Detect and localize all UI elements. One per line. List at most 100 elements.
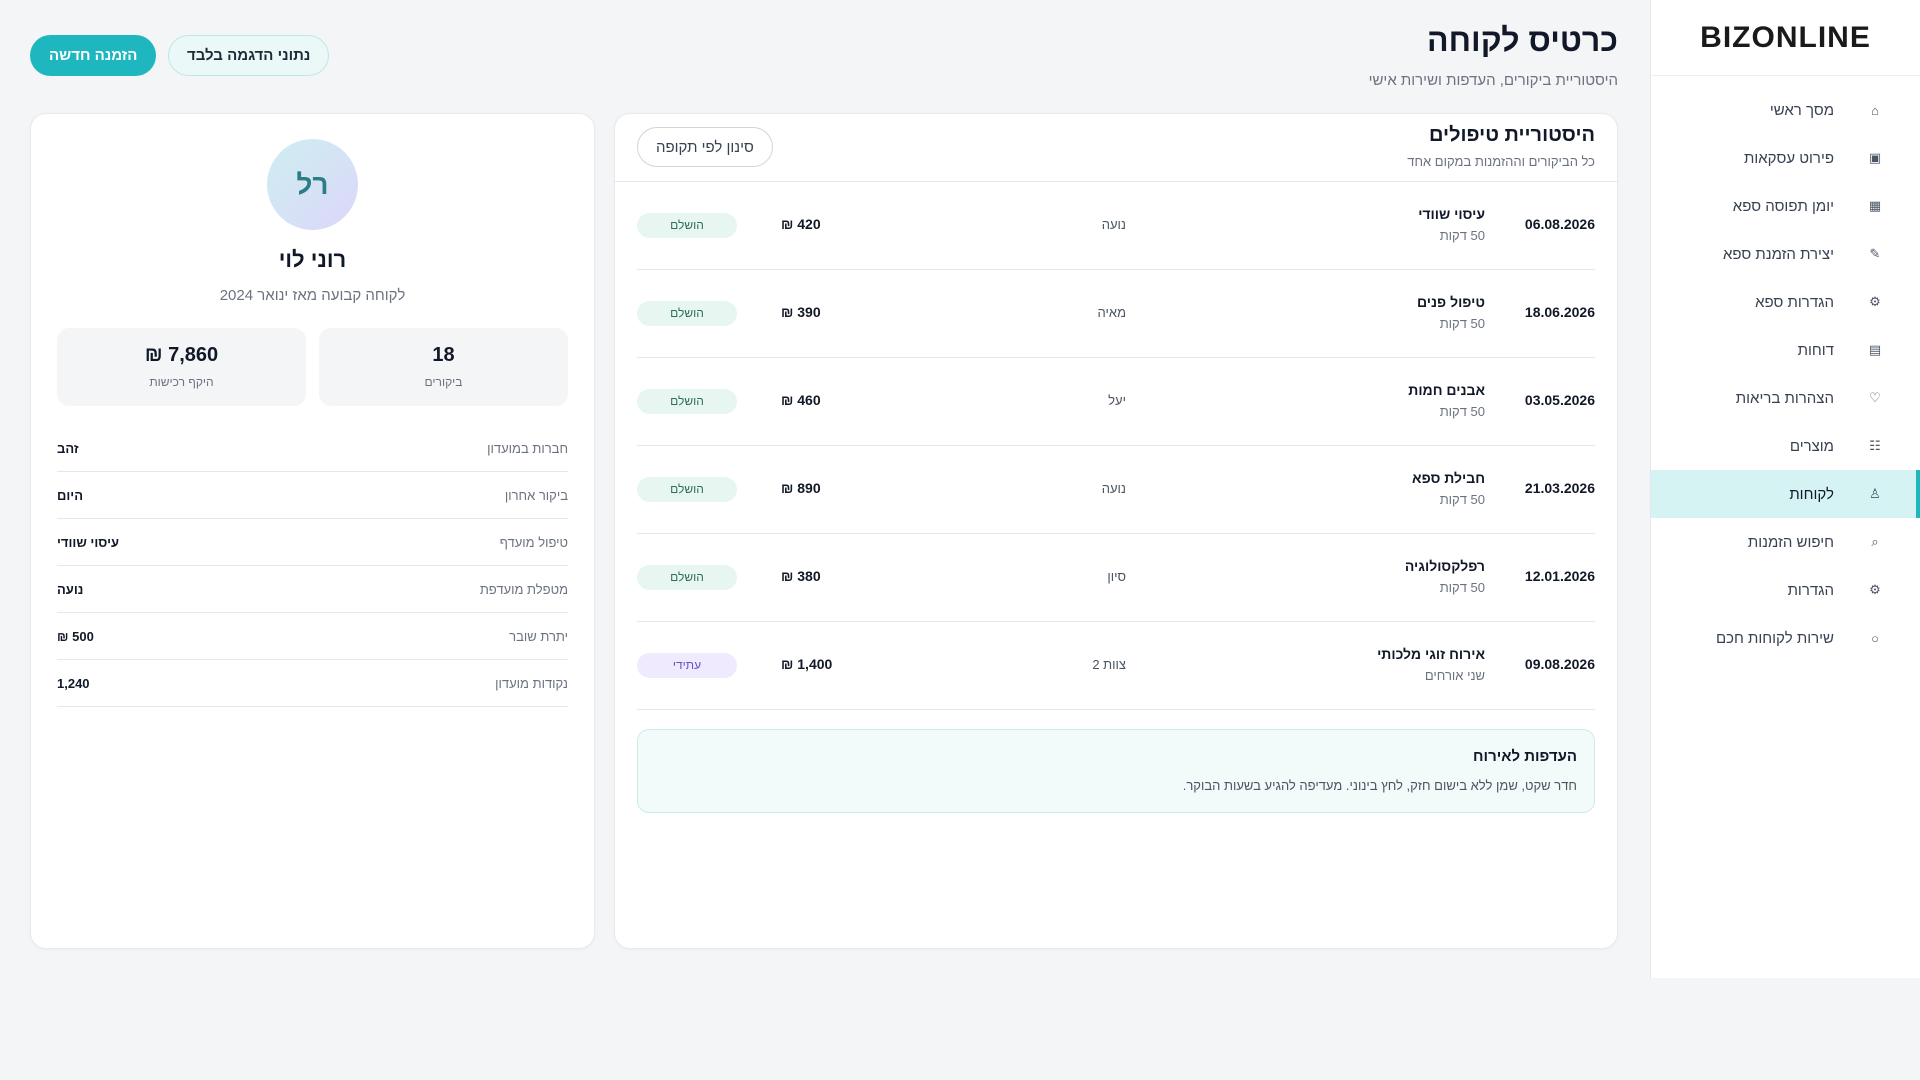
sidebar-item-heart[interactable]: ♡ הצהרות בריאות [1651, 374, 1920, 422]
preferences-title: העדפות לאירוח [1473, 748, 1577, 765]
detail-label: טיפול מועדף [499, 535, 568, 550]
treatment-price: 1,400 ₪ [781, 656, 833, 672]
treatment-name: עיסוי שוודי [1418, 206, 1485, 222]
sidebar-item-label: הגדרות ספא [1755, 293, 1834, 311]
status-badge: עתידי [637, 653, 737, 678]
therapist-name: צוות 2 [1092, 657, 1126, 672]
spend-label: היקף רכישות [149, 375, 214, 389]
visits-stat: 18 ביקורים [319, 328, 568, 406]
sidebar: BIZONLINE ⌂ מסך ראשי ▣ פירוט עסקאות ▦ יומן תפ… [1650, 0, 1920, 978]
home-icon: ⌂ [1871, 102, 1879, 118]
detail-label: יתרת שובר [509, 629, 568, 644]
reports-icon: ▤ [1868, 342, 1882, 357]
detail-value: 500 ₪ [57, 629, 94, 644]
sidebar-item-label: חיפוש הזמנות [1747, 533, 1834, 551]
visit-date: 18.06.2026 [1524, 304, 1595, 320]
detail-row: טיפול מועדף עיסוי שוודי [57, 519, 568, 566]
detail-label: חברות במועדון [487, 441, 568, 456]
visit-date: 03.05.2026 [1524, 392, 1595, 408]
detail-row: חברות במועדון זהב [57, 425, 568, 472]
treatment-price: 390 ₪ [781, 304, 821, 320]
sidebar-item-search[interactable]: ⌕ חיפוש הזמנות [1651, 518, 1920, 566]
demo-data-button[interactable]: נתוני הדגמה בלבד [168, 35, 330, 76]
detail-value: נועה [57, 582, 84, 597]
treatment-duration: 50 דקות [1439, 228, 1485, 243]
customers-icon: ♙ [1869, 486, 1881, 501]
history-row[interactable]: 21.03.2026 חבילת ספא 50 דקות נועה 890 ₪ הושלם [637, 446, 1595, 534]
sidebar-item-transactions[interactable]: ▣ פירוט עסקאות [1651, 134, 1920, 182]
detail-value: עיסוי שוודי [57, 535, 120, 550]
sidebar-nav: ⌂ מסך ראשי ▣ פירוט עסקאות ▦ יומן תפוסה ספא ✎ יצ… [1651, 76, 1920, 662]
visit-date: 09.08.2026 [1524, 656, 1595, 672]
avatar: רל [267, 139, 358, 230]
history-row[interactable]: 12.01.2026 רפלקסולוגיה 50 דקות סיון 380 ₪ הוש… [637, 534, 1595, 622]
detail-value: זהב [57, 441, 79, 456]
therapist-name: מאיה [1097, 305, 1126, 320]
sidebar-item-label: דוחות [1797, 341, 1834, 359]
treatment-name: רפלקסולוגיה [1404, 558, 1485, 574]
detail-label: מטפלת מועדפת [479, 582, 568, 597]
history-title: היסטוריית טיפולים [1429, 124, 1595, 146]
detail-row: מטפלת מועדפת נועה [57, 566, 568, 613]
filter-by-period-button[interactable]: סינון לפי תקופה [637, 127, 773, 167]
history-row[interactable]: 09.08.2026 אירוח זוגי מלכותי שני אורחים צוו… [637, 622, 1595, 710]
customer-since: לקוחה קבועה מאז ינואר 2024 [219, 287, 406, 304]
sidebar-item-label: מוצרים [1789, 437, 1834, 455]
spend-stat: 7,860 ₪ היקף רכישות [57, 328, 306, 406]
sidebar-item-settings[interactable]: ⚙ הגדרות [1651, 566, 1920, 614]
history-list: 06.08.2026 עיסוי שוודי 50 דקות נועה 420 ₪ הוש… [615, 182, 1617, 710]
visits-label: ביקורים [424, 375, 463, 389]
customer-details-list: חברות במועדון זהב ביקור אחרון היום טיפול מוע… [57, 425, 568, 707]
therapist-name: יעל [1108, 393, 1126, 408]
sidebar-item-support[interactable]: ○ שירות לקוחות חכם [1651, 614, 1920, 662]
detail-row: יתרת שובר 500 ₪ [57, 613, 568, 660]
history-row[interactable]: 18.06.2026 טיפול פנים 50 דקות מאיה 390 ₪ הושל… [637, 270, 1595, 358]
new-booking-button[interactable]: הזמנה חדשה [30, 35, 157, 76]
calendar-icon: ▦ [1868, 198, 1882, 213]
page-subtitle: היסטוריית ביקורים, העדפות ושירות אישי [1368, 72, 1618, 89]
sidebar-item-customers[interactable]: ♙ לקוחות [1651, 470, 1920, 518]
sidebar-item-label: מסך ראשי [1769, 101, 1834, 119]
treatment-duration: 50 דקות [1439, 316, 1485, 331]
detail-row: נקודות מועדון 1,240 [57, 660, 568, 707]
history-row[interactable]: 06.08.2026 עיסוי שוודי 50 דקות נועה 420 ₪ הוש… [637, 182, 1595, 270]
treatment-price: 420 ₪ [781, 216, 821, 232]
history-row[interactable]: 03.05.2026 אבנים חמות 50 דקות יעל 460 ₪ הושלם [637, 358, 1595, 446]
therapist-name: סיון [1107, 569, 1126, 584]
sidebar-item-pencil[interactable]: ✎ יצירת הזמנת ספא [1651, 230, 1920, 278]
sidebar-item-spa-settings[interactable]: ⚙ הגדרות ספא [1651, 278, 1920, 326]
treatment-name: טיפול פנים [1416, 294, 1485, 310]
visits-value: 18 [432, 344, 455, 366]
spa-settings-icon: ⚙ [1869, 294, 1881, 309]
history-header: היסטוריית טיפולים כל הביקורים וההזמנות ב… [615, 114, 1617, 182]
treatment-name: חבילת ספא [1412, 470, 1485, 486]
sidebar-item-label: יומן תפוסה ספא [1732, 197, 1834, 215]
status-badge: הושלם [637, 213, 737, 238]
status-badge: הושלם [637, 565, 737, 590]
therapist-name: נועה [1101, 481, 1126, 496]
treatment-history-card: היסטוריית טיפולים כל הביקורים וההזמנות ב… [614, 113, 1618, 949]
sidebar-item-label: יצירת הזמנת ספא [1722, 245, 1834, 263]
pencil-icon: ✎ [1869, 246, 1881, 261]
treatment-duration: 50 דקות [1439, 492, 1485, 507]
sidebar-item-calendar[interactable]: ▦ יומן תפוסה ספא [1651, 182, 1920, 230]
sidebar-item-products[interactable]: ☷ מוצרים [1651, 422, 1920, 470]
visit-date: 06.08.2026 [1524, 216, 1595, 232]
app-logo[interactable]: BIZONLINE [1700, 21, 1871, 55]
visit-date: 12.01.2026 [1524, 568, 1595, 584]
treatment-price: 460 ₪ [781, 392, 821, 408]
stay-preferences-box: העדפות לאירוח חדר שקט, שמן ללא בישום חזק… [637, 729, 1595, 813]
sidebar-item-label: שירות לקוחות חכם [1715, 629, 1834, 647]
customer-name: רוני לוי [278, 247, 347, 272]
detail-value: 1,240 [57, 676, 90, 691]
detail-label: ביקור אחרון [504, 488, 568, 503]
sidebar-item-label: הגדרות [1787, 581, 1834, 599]
detail-row: ביקור אחרון היום [57, 472, 568, 519]
customer-profile-card: רל רוני לוי לקוחה קבועה מאז ינואר 2024 1… [30, 113, 595, 949]
sidebar-item-reports[interactable]: ▤ דוחות [1651, 326, 1920, 374]
treatment-name: אבנים חמות [1408, 382, 1485, 398]
treatment-duration: שני אורחים [1424, 668, 1485, 683]
treatment-name: אירוח זוגי מלכותי [1377, 646, 1485, 662]
sidebar-item-home[interactable]: ⌂ מסך ראשי [1651, 86, 1920, 134]
products-icon: ☷ [1869, 438, 1881, 453]
